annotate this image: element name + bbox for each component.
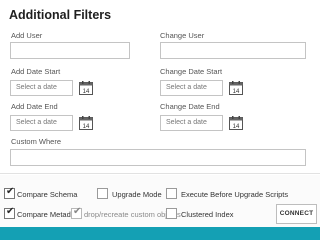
- add-date-end-input[interactable]: Select a date 14: [10, 115, 93, 131]
- change-date-end-label: Change Date End: [160, 102, 220, 111]
- change-user-input[interactable]: [160, 42, 306, 59]
- add-user-label: Add User: [11, 31, 43, 40]
- add-user-input[interactable]: [10, 42, 130, 59]
- add-date-start-placeholder: Select a date: [16, 84, 57, 91]
- upgrade-mode-checkbox[interactable]: [97, 188, 108, 199]
- calendar-icon[interactable]: 14: [79, 116, 93, 130]
- options-bar: ✔ Compare Schema Upgrade Mode Execute Be…: [0, 175, 320, 227]
- calendar-icon[interactable]: 14: [229, 116, 243, 130]
- upgrade-mode-label: Upgrade Mode: [112, 190, 162, 199]
- add-date-end-placeholder: Select a date: [16, 119, 57, 126]
- calendar-day-text: 14: [233, 124, 240, 130]
- connect-button[interactable]: CONNECT: [276, 204, 317, 224]
- compare-schema-label: Compare Schema: [17, 190, 78, 199]
- add-date-start-label: Add Date Start: [11, 67, 61, 76]
- calendar-day-text: 14: [233, 89, 240, 95]
- additional-filters-panel: Additional Filters Add User Change User …: [0, 0, 320, 174]
- custom-where-label: Custom Where: [11, 137, 62, 146]
- change-user-label: Change User: [160, 31, 205, 40]
- calendar-icon[interactable]: 14: [229, 81, 243, 95]
- calendar-day-text: 14: [83, 89, 90, 95]
- compare-metadata-checkbox[interactable]: ✔: [4, 206, 15, 219]
- execute-before-label: Execute Before Upgrade Scripts: [181, 190, 289, 199]
- custom-where-input[interactable]: [10, 149, 306, 166]
- clustered-index-label: Clustered Index: [181, 210, 234, 219]
- drop-recreate-checkbox[interactable]: ✔: [71, 206, 82, 219]
- check-icon: ✔: [6, 206, 15, 217]
- change-date-end-placeholder: Select a date: [166, 119, 207, 126]
- footer-bar: [0, 227, 320, 240]
- change-date-start-label: Change Date Start: [160, 67, 223, 76]
- add-date-end-label: Add Date End: [11, 102, 58, 111]
- add-date-start-input[interactable]: Select a date 14: [10, 80, 93, 96]
- change-date-end-input[interactable]: Select a date 14: [160, 115, 243, 131]
- compare-schema-checkbox[interactable]: ✔: [4, 186, 15, 199]
- clustered-index-checkbox[interactable]: [166, 208, 177, 219]
- change-date-start-placeholder: Select a date: [166, 84, 207, 91]
- change-date-start-input[interactable]: Select a date 14: [160, 80, 243, 96]
- panel-title: Additional Filters: [9, 8, 112, 22]
- execute-before-checkbox[interactable]: [166, 188, 177, 199]
- check-icon: ✔: [6, 186, 15, 197]
- check-icon: ✔: [73, 206, 82, 217]
- calendar-day-text: 14: [83, 124, 90, 130]
- calendar-icon[interactable]: 14: [79, 81, 93, 95]
